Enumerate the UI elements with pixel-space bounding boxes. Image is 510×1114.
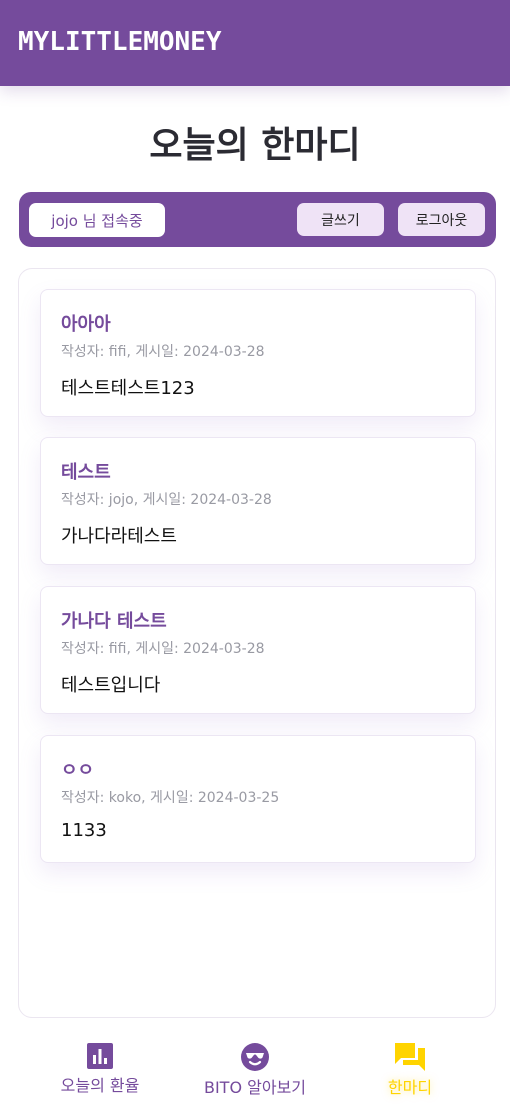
nav-item-hanmadi[interactable]: 한마디	[325, 1042, 495, 1102]
post-meta: 작성자: jojo, 게시일: 2024-03-28	[61, 492, 272, 508]
chart-icon	[87, 1043, 113, 1069]
post-title: 가나다 테스트	[61, 611, 167, 632]
post-title: ㅇㅇ	[61, 760, 95, 781]
sunglasses-face-icon	[241, 1043, 269, 1071]
post-title: 테스트	[61, 462, 111, 483]
chat-icon	[395, 1043, 425, 1071]
post-body: 1133	[61, 820, 107, 841]
bottom-nav: 오늘의 환율 BITO 알아보기 한마디	[0, 1030, 510, 1114]
nav-label: 한마디	[387, 1078, 433, 1097]
user-bar: jojo 님 접속중 글쓰기 로그아웃	[19, 192, 496, 247]
write-button[interactable]: 글쓰기	[297, 203, 384, 236]
nav-label: 오늘의 환율	[60, 1076, 140, 1095]
page-title: 오늘의 한마디	[149, 125, 361, 166]
post-list: 아아아 작성자: fifi, 게시일: 2024-03-28 테스트테스트123…	[18, 268, 496, 1018]
post-body: 테스트입니다	[61, 675, 161, 696]
post-body: 가나다라테스트	[61, 526, 177, 547]
post-body: 테스트테스트123	[61, 378, 195, 399]
post-card[interactable]: 아아아 작성자: fifi, 게시일: 2024-03-28 테스트테스트123	[40, 289, 476, 417]
nav-item-exchange-rate[interactable]: 오늘의 환율	[15, 1042, 185, 1102]
user-status-badge: jojo 님 접속중	[29, 203, 165, 237]
post-card[interactable]: 가나다 테스트 작성자: fifi, 게시일: 2024-03-28 테스트입니…	[40, 586, 476, 714]
post-title: 아아아	[61, 314, 111, 335]
nav-item-bito[interactable]: BITO 알아보기	[170, 1042, 340, 1102]
brand-logo[interactable]: MYLITTLEMONEY	[18, 27, 222, 57]
post-card[interactable]: ㅇㅇ 작성자: koko, 게시일: 2024-03-25 1133	[40, 735, 476, 863]
post-meta: 작성자: fifi, 게시일: 2024-03-28	[61, 344, 265, 360]
logout-button[interactable]: 로그아웃	[398, 203, 485, 236]
nav-label: BITO 알아보기	[203, 1078, 307, 1097]
post-meta: 작성자: fifi, 게시일: 2024-03-28	[61, 641, 265, 657]
post-card[interactable]: 테스트 작성자: jojo, 게시일: 2024-03-28 가나다라테스트	[40, 437, 476, 565]
post-meta: 작성자: koko, 게시일: 2024-03-25	[61, 790, 280, 806]
app-header: MYLITTLEMONEY	[0, 0, 510, 86]
